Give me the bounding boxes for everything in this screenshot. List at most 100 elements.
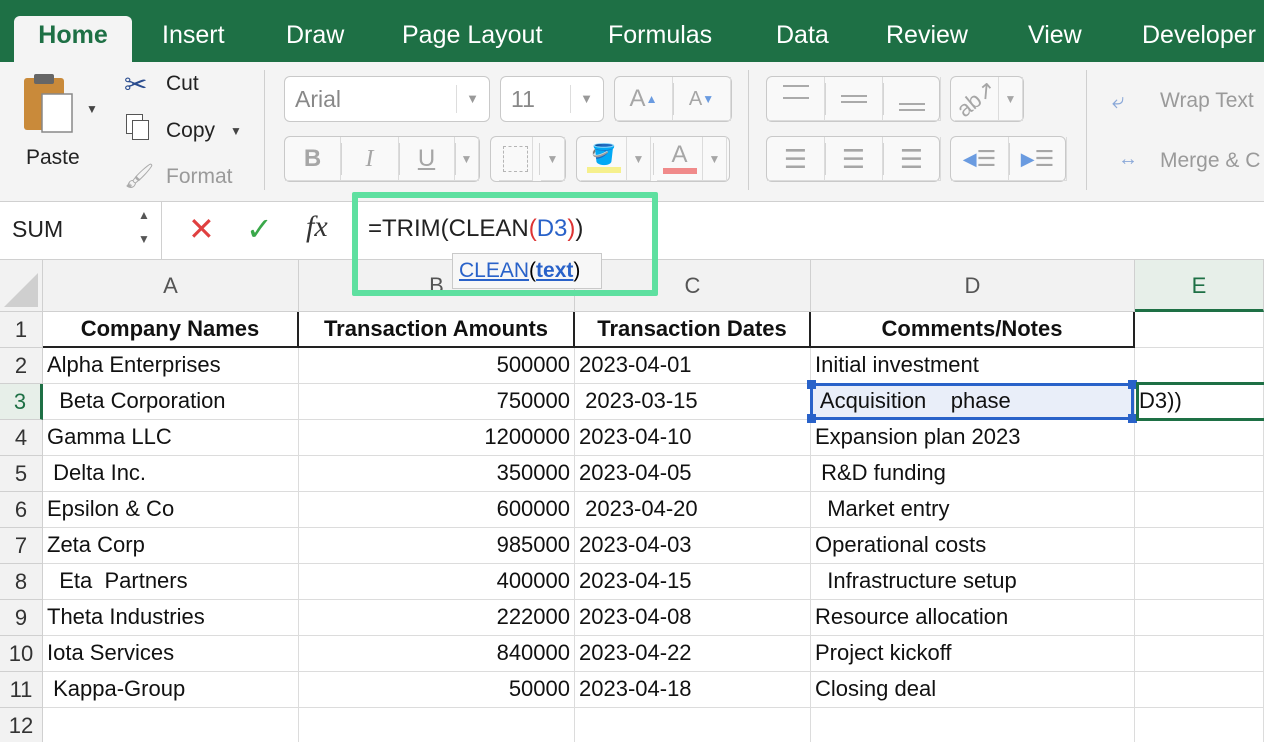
tab-developer[interactable]: Developer xyxy=(1142,0,1256,62)
insert-function-icon[interactable]: fx xyxy=(306,210,328,244)
row-header[interactable]: 12 xyxy=(0,708,43,742)
cell-e2[interactable] xyxy=(1135,348,1264,384)
cell-e10[interactable] xyxy=(1135,636,1264,672)
row-header[interactable]: 8 xyxy=(0,564,43,600)
column-header-e[interactable]: E xyxy=(1135,260,1264,312)
cell-a8[interactable]: Eta Partners xyxy=(43,564,299,600)
row-header[interactable]: 3 xyxy=(0,384,43,420)
cell-d9[interactable]: Resource allocation xyxy=(811,600,1135,636)
row-header[interactable]: 10 xyxy=(0,636,43,672)
row-header[interactable]: 4 xyxy=(0,420,43,456)
cell-a4[interactable]: Gamma LLC xyxy=(43,420,299,456)
copy-icon[interactable] xyxy=(126,114,150,140)
cell-c7[interactable]: 2023-04-03 xyxy=(575,528,811,564)
align-right-button[interactable]: ☰ xyxy=(883,137,941,181)
row-header[interactable]: 7 xyxy=(0,528,43,564)
cell-c9[interactable]: 2023-04-08 xyxy=(575,600,811,636)
cell-e6[interactable] xyxy=(1135,492,1264,528)
font-color-button[interactable]: A xyxy=(657,137,703,181)
chevron-up-icon[interactable]: ▲ xyxy=(138,208,150,222)
decrease-font-size-button[interactable]: A ▼ xyxy=(673,77,731,121)
cell-b9[interactable]: 222000 xyxy=(299,600,575,636)
cell-c5[interactable]: 2023-04-05 xyxy=(575,456,811,492)
cell-e4[interactable] xyxy=(1135,420,1264,456)
cell-b12[interactable] xyxy=(299,708,575,742)
cell-b8[interactable]: 400000 xyxy=(299,564,575,600)
tab-home[interactable]: Home xyxy=(14,16,132,62)
copy-dropdown-icon[interactable]: ▼ xyxy=(230,124,242,138)
cell-c1[interactable]: Transaction Dates xyxy=(575,312,811,348)
row-header[interactable]: 5 xyxy=(0,456,43,492)
cell-c8[interactable]: 2023-04-15 xyxy=(575,564,811,600)
cell-c6[interactable]: 2023-04-20 xyxy=(575,492,811,528)
align-left-button[interactable]: ☰ xyxy=(767,137,825,181)
cell-e12[interactable] xyxy=(1135,708,1264,742)
column-header-d[interactable]: D xyxy=(811,260,1135,312)
cell-b6[interactable]: 600000 xyxy=(299,492,575,528)
cell-a2[interactable]: Alpha Enterprises xyxy=(43,348,299,384)
italic-button[interactable]: I xyxy=(341,137,399,181)
chevron-down-icon[interactable]: ▼ xyxy=(627,137,651,181)
column-header-a[interactable]: A xyxy=(43,260,299,312)
cell-e8[interactable] xyxy=(1135,564,1264,600)
merge-center-button[interactable]: Merge & C xyxy=(1160,149,1260,173)
cell-d8[interactable]: Infrastructure setup xyxy=(811,564,1135,600)
cell-a10[interactable]: Iota Services xyxy=(43,636,299,672)
enter-icon[interactable]: ✓ xyxy=(246,210,273,248)
underline-button[interactable]: U xyxy=(399,137,455,181)
orientation-button[interactable]: ab↗ ▼ xyxy=(950,76,1024,122)
cell-e1[interactable] xyxy=(1135,312,1264,348)
fill-color-button[interactable]: 🪣 xyxy=(581,137,627,181)
cell-a11[interactable]: Kappa-Group xyxy=(43,672,299,708)
paste-button[interactable]: ▼ Paste xyxy=(16,72,106,182)
decrease-indent-button[interactable]: ◀ ☰ xyxy=(951,137,1009,181)
cell-b3[interactable]: 750000 xyxy=(299,384,575,420)
increase-font-size-button[interactable]: A ▲ xyxy=(615,77,673,121)
cell-b4[interactable]: 1200000 xyxy=(299,420,575,456)
cell-b2[interactable]: 500000 xyxy=(299,348,575,384)
row-header[interactable]: 11 xyxy=(0,672,43,708)
cell-b1[interactable]: Transaction Amounts xyxy=(299,312,575,348)
cell-c3[interactable]: 2023-03-15 xyxy=(575,384,811,420)
tab-page-layout[interactable]: Page Layout xyxy=(402,0,542,62)
cancel-icon[interactable]: ✕ xyxy=(188,210,215,248)
cell-a3[interactable]: Beta Corporation xyxy=(43,384,299,420)
cell-e11[interactable] xyxy=(1135,672,1264,708)
cell-e9[interactable] xyxy=(1135,600,1264,636)
row-header[interactable]: 1 xyxy=(0,312,43,348)
cell-d2[interactable]: Initial investment xyxy=(811,348,1135,384)
name-box[interactable]: SUM ▲ ▼ xyxy=(0,202,162,260)
chevron-down-icon[interactable]: ▼ xyxy=(455,137,479,181)
cell-a5[interactable]: Delta Inc. xyxy=(43,456,299,492)
cell-d12[interactable] xyxy=(811,708,1135,742)
cell-a1[interactable]: Company Names xyxy=(43,312,299,348)
row-header[interactable]: 2 xyxy=(0,348,43,384)
tab-review[interactable]: Review xyxy=(886,0,968,62)
cell-e5[interactable] xyxy=(1135,456,1264,492)
format-painter-button[interactable]: Format xyxy=(166,165,233,189)
increase-indent-button[interactable]: ▶ ☰ xyxy=(1009,137,1067,181)
cell-d5[interactable]: R&D funding xyxy=(811,456,1135,492)
cell-b10[interactable]: 840000 xyxy=(299,636,575,672)
cell-d6[interactable]: Market entry xyxy=(811,492,1135,528)
cell-d7[interactable]: Operational costs xyxy=(811,528,1135,564)
chevron-down-icon[interactable]: ▼ xyxy=(138,232,150,246)
cell-c10[interactable]: 2023-04-22 xyxy=(575,636,811,672)
format-painter-icon[interactable]: 🖌 xyxy=(124,162,154,191)
cell-d4[interactable]: Expansion plan 2023 xyxy=(811,420,1135,456)
wrap-text-button[interactable]: Wrap Text xyxy=(1160,89,1254,113)
tab-draw[interactable]: Draw xyxy=(286,0,344,62)
cell-b5[interactable]: 350000 xyxy=(299,456,575,492)
align-center-button[interactable]: ☰ xyxy=(825,137,883,181)
font-name-select[interactable]: Arial ▼ xyxy=(284,76,490,122)
cell-b7[interactable]: 985000 xyxy=(299,528,575,564)
copy-button[interactable]: Copy xyxy=(166,119,215,143)
cell-c4[interactable]: 2023-04-10 xyxy=(575,420,811,456)
cell-c2[interactable]: 2023-04-01 xyxy=(575,348,811,384)
cell-e7[interactable] xyxy=(1135,528,1264,564)
align-top-button[interactable] xyxy=(767,77,825,121)
cell-c12[interactable] xyxy=(575,708,811,742)
cell-a7[interactable]: Zeta Corp xyxy=(43,528,299,564)
tab-formulas[interactable]: Formulas xyxy=(608,0,712,62)
tab-insert[interactable]: Insert xyxy=(162,0,225,62)
